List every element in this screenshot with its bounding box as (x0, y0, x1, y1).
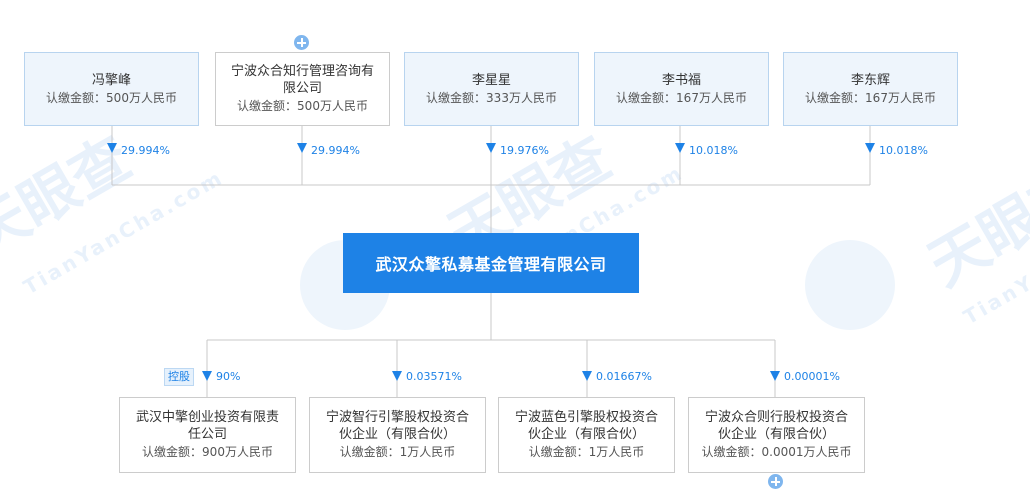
shareholder-name[interactable]: 李东辉 (851, 72, 890, 89)
arrow-down-icon (107, 143, 117, 153)
shareholder-percent: 29.994% (311, 144, 360, 157)
investment-card[interactable]: 武汉中擎创业投资有限责任公司 认缴金额：900万人民币 (119, 397, 296, 473)
arrow-down-icon (582, 371, 592, 381)
investment-amount: 认缴金额：0.0001万人民币 (701, 445, 852, 459)
company-node[interactable]: 武汉众擎私募基金管理有限公司 (343, 233, 639, 293)
investment-name[interactable]: 宁波蓝色引擎股权投资合伙企业（有限合伙） (512, 409, 662, 443)
shareholder-amount: 认缴金额：167万人民币 (805, 90, 936, 105)
investment-name[interactable]: 宁波智行引擎股权投资合伙企业（有限合伙） (323, 409, 473, 443)
shareholder-percent: 19.976% (500, 144, 549, 157)
expand-plus-icon[interactable] (294, 35, 309, 50)
shareholder-amount: 认缴金额：333万人民币 (426, 90, 557, 105)
investment-name[interactable]: 武汉中擎创业投资有限责任公司 (133, 409, 283, 443)
investment-name[interactable]: 宁波众合则行股权投资合伙企业（有限合伙） (702, 409, 852, 443)
investment-percent: 0.03571% (406, 370, 462, 383)
shareholder-percent: 10.018% (689, 144, 738, 157)
arrow-down-icon (770, 371, 780, 381)
shareholder-card[interactable]: 宁波众合知行管理咨询有限公司 认缴金额：500万人民币 (215, 52, 390, 126)
investment-amount: 认缴金额：1万人民币 (339, 445, 456, 459)
investment-percent: 90% (216, 370, 241, 383)
arrow-down-icon (392, 371, 402, 381)
shareholder-percent: 10.018% (879, 144, 928, 157)
arrow-down-icon (297, 143, 307, 153)
holding-badge: 控股 (164, 368, 194, 386)
investment-card[interactable]: 宁波蓝色引擎股权投资合伙企业（有限合伙） 认缴金额：1万人民币 (498, 397, 675, 473)
arrow-down-icon (675, 143, 685, 153)
shareholder-name[interactable]: 冯擎峰 (92, 72, 131, 89)
shareholder-name[interactable]: 李书福 (662, 72, 701, 89)
investment-card[interactable]: 宁波智行引擎股权投资合伙企业（有限合伙） 认缴金额：1万人民币 (309, 397, 486, 473)
shareholder-card[interactable]: 李星星 认缴金额：333万人民币 (404, 52, 579, 126)
arrow-down-icon (865, 143, 875, 153)
shareholder-card[interactable]: 李东辉 认缴金额：167万人民币 (783, 52, 958, 126)
shareholder-amount: 认缴金额：500万人民币 (237, 99, 368, 113)
arrow-down-icon (202, 371, 212, 381)
shareholder-amount: 认缴金额：167万人民币 (616, 90, 747, 105)
shareholder-amount: 认缴金额：500万人民币 (46, 90, 177, 105)
shareholder-name[interactable]: 李星星 (472, 72, 511, 89)
investment-card[interactable]: 宁波众合则行股权投资合伙企业（有限合伙） 认缴金额：0.0001万人民币 (688, 397, 865, 473)
shareholder-percent: 29.994% (121, 144, 170, 157)
shareholder-name[interactable]: 宁波众合知行管理咨询有限公司 (228, 63, 378, 97)
shareholder-card[interactable]: 李书福 认缴金额：167万人民币 (594, 52, 769, 126)
investment-amount: 认缴金额：900万人民币 (142, 445, 273, 459)
shareholder-card[interactable]: 冯擎峰 认缴金额：500万人民币 (24, 52, 199, 126)
investment-percent: 0.01667% (596, 370, 652, 383)
investment-percent: 0.00001% (784, 370, 840, 383)
arrow-down-icon (486, 143, 496, 153)
investment-amount: 认缴金额：1万人民币 (528, 445, 645, 459)
expand-plus-icon[interactable] (768, 474, 783, 489)
